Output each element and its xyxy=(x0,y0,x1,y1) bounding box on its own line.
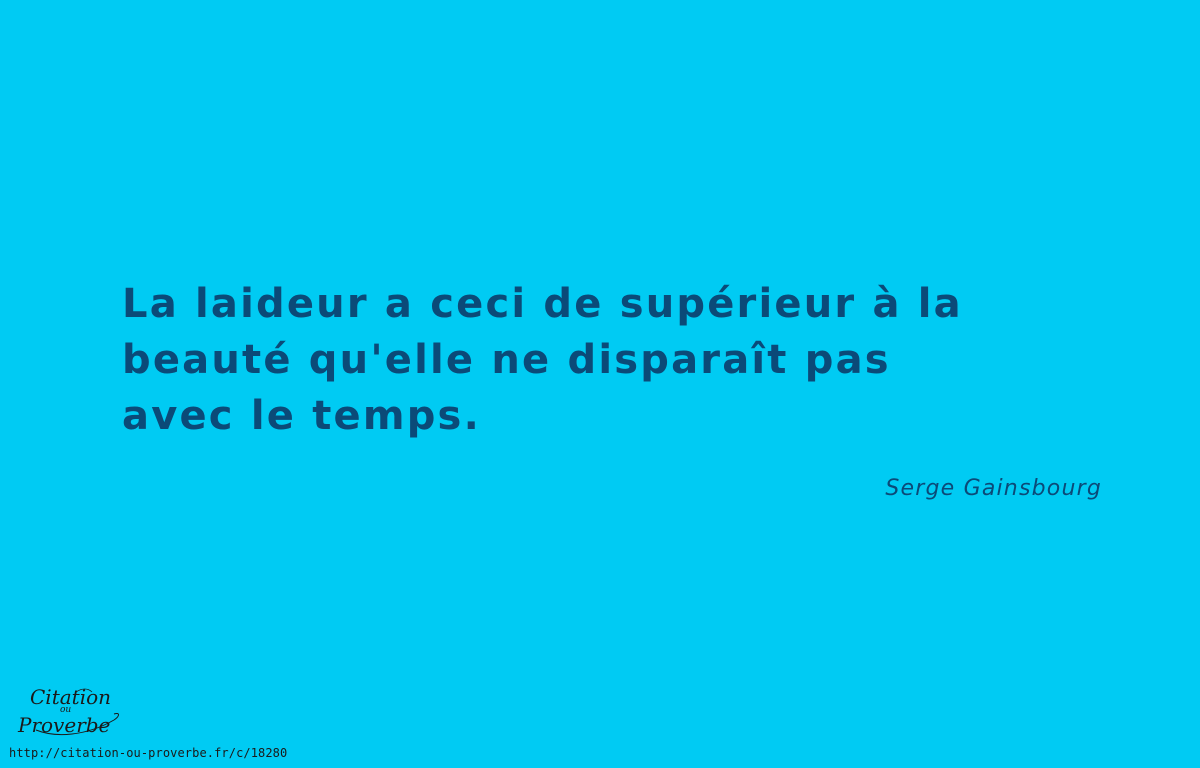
site-logo: Citation ou Proverbe xyxy=(16,686,126,744)
logo-text-proverbe: Proverbe xyxy=(18,713,111,737)
quote-line: avec le temps. xyxy=(122,393,481,439)
source-url-link[interactable]: http://citation-ou-proverbe.fr/c/18280 xyxy=(9,746,287,760)
quote-line: La laideur a ceci de supérieur à la xyxy=(122,281,963,327)
quote-author: Serge Gainsbourg xyxy=(885,476,1102,501)
quote-line: beauté qu'elle ne disparaît pas xyxy=(122,337,891,383)
quote-text: La laideur a ceci de supérieur à la beau… xyxy=(122,276,1082,444)
